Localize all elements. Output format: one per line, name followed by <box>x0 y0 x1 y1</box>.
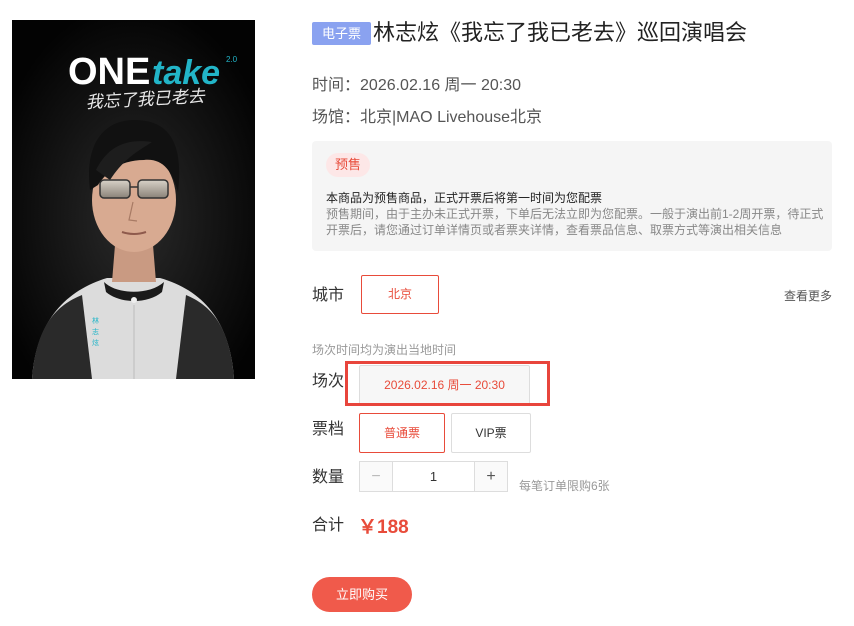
e-ticket-badge: 电子票 <box>312 22 371 45</box>
poster-brand-version: 2.0 <box>226 55 238 64</box>
session-timezone-note: 场次时间均为演出当地时间 <box>312 343 457 357</box>
total-label: 合计 <box>312 517 345 534</box>
buy-now-button[interactable]: 立即购买 <box>312 577 412 612</box>
notice-body: 预售期间，由于主办未正式开票，下单后无法立即为您配票。一般于演出前1-2周开票，… <box>326 207 824 237</box>
presale-notice: 预售 本商品为预售商品，正式开票后将第一时间为您配票 预售期间，由于主办未正式开… <box>312 141 832 251</box>
tier-option-vip[interactable]: VIP票 <box>451 413 531 453</box>
venue-label: 场馆： <box>312 109 361 126</box>
time-label: 时间： <box>312 77 361 94</box>
poster-name-2: 志 <box>92 327 99 336</box>
time-value: 2026.02.16 周一 20:30 <box>360 77 522 94</box>
tier-label: 票档 <box>312 421 345 438</box>
presale-tag: 预售 <box>326 153 370 177</box>
event-poster: ONE take 2.0 我忘了我已老去 林 志 炫 <box>12 20 255 379</box>
event-title: 林志炫《我忘了我已老去》巡回演唱会 <box>373 20 748 45</box>
poster-name-3: 炫 <box>92 338 99 347</box>
increment-button[interactable]: + <box>474 462 507 491</box>
poster-brand-script: take <box>152 54 220 92</box>
total-price: ￥188 <box>358 517 409 538</box>
city-option-beijing[interactable]: 北京 <box>361 275 439 314</box>
session-label: 场次 <box>312 373 345 390</box>
decrement-button[interactable]: − <box>360 462 393 491</box>
event-time: 时间：2026.02.16 周一 20:30 <box>312 71 521 95</box>
notice-headline: 本商品为预售商品，正式开票后将第一时间为您配票 <box>326 191 603 205</box>
quantity-stepper: − 1 + <box>359 461 508 492</box>
city-label: 城市 <box>312 287 345 304</box>
quantity-label: 数量 <box>312 469 345 486</box>
purchase-limit-note: 每笔订单限购6张 <box>519 479 610 493</box>
poster-brand: ONE <box>68 51 150 93</box>
poster-name-1: 林 <box>92 316 99 325</box>
quantity-value[interactable]: 1 <box>393 462 474 491</box>
event-venue: 场馆：北京|MAO Livehouse北京 <box>312 103 542 127</box>
tier-option-regular[interactable]: 普通票 <box>359 413 445 453</box>
highlight-frame <box>345 361 550 406</box>
see-more-link[interactable]: 查看更多 <box>784 287 832 304</box>
venue-value: 北京|MAO Livehouse北京 <box>360 109 543 126</box>
